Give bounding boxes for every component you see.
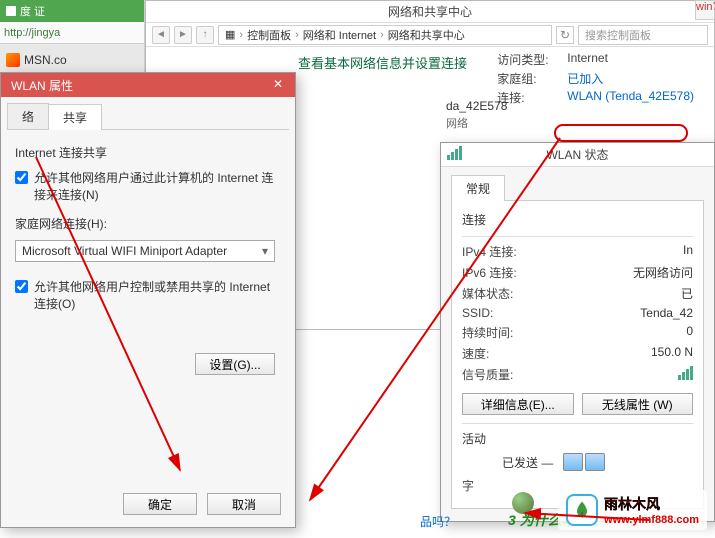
prop-tabs: 络 共享 xyxy=(7,103,289,130)
activity-label: 活动 xyxy=(462,430,693,447)
stat-title: WLAN 状态 xyxy=(546,146,608,163)
address-url: http://jingya xyxy=(4,27,60,39)
cancel-button[interactable]: 取消 xyxy=(207,493,281,515)
stat-titlebar[interactable]: WLAN 状态 xyxy=(441,143,714,167)
wlan-connection-link[interactable]: WLAN (Tenda_42E578) xyxy=(567,89,694,106)
browser-topbar: 度 证 xyxy=(0,0,144,22)
nav-fwd-button[interactable]: ► xyxy=(174,26,192,44)
search-input[interactable]: 搜索控制面板 xyxy=(578,25,708,45)
msn-icon xyxy=(6,53,20,67)
network-activity-icon xyxy=(563,453,605,471)
address-bar[interactable]: http://jingya xyxy=(0,22,144,44)
nc-right-pane: 访问类型:Internet 家庭组:已加入 连接:WLAN (Tenda_42E… xyxy=(497,51,694,108)
favorite-link[interactable]: MSN.co xyxy=(6,53,67,67)
row-ipv6: IPv6 连接:无网络访问 xyxy=(462,264,693,281)
allow-control-checkbox[interactable]: 允许其他网络用户控制或禁用共享的 Internet 连接(O) xyxy=(15,278,281,312)
row-media: 媒体状态:已 xyxy=(462,285,693,302)
settings-button[interactable]: 设置(G)... xyxy=(195,353,275,375)
refresh-button[interactable]: ↻ xyxy=(556,26,574,44)
network-name: da_42E578 xyxy=(446,99,507,113)
row-duration: 持续时间:0 xyxy=(462,324,693,341)
brand-name: 雨林木风 xyxy=(604,494,699,514)
wlan-status-dialog: WLAN 状态 常规 连接 IPv4 连接:In IPv6 连接:无网络访问 媒… xyxy=(440,142,715,522)
breadcrumb-path[interactable]: ▦ › 控制面板 › 网络和 Internet › 网络和共享中心 xyxy=(218,25,552,45)
home-conn-label: 家庭网络连接(H): xyxy=(15,215,281,232)
adapter-dropdown[interactable]: Microsoft Virtual WIFI Miniport Adapter xyxy=(15,240,275,262)
chk2-input[interactable] xyxy=(15,280,28,293)
browser-leftover: 度 证 http://jingya MSN.co xyxy=(0,0,145,72)
details-button[interactable]: 详细信息(E)... xyxy=(462,393,574,415)
nav-back-button[interactable]: ◄ xyxy=(152,26,170,44)
activity-row: 已发送 — xyxy=(462,453,693,471)
fav-label: MSN.co xyxy=(24,53,67,67)
row-ssid: SSID:Tenda_42 xyxy=(462,306,693,320)
footer-q: 品吗？ xyxy=(420,513,456,530)
nav-up-button[interactable]: ↑ xyxy=(196,26,214,44)
tab-network[interactable]: 络 xyxy=(7,103,49,129)
chk1-input[interactable] xyxy=(15,171,28,184)
allow-share-checkbox[interactable]: 允许其他网络用户通过此计算机的 Internet 连接来连接(N) xyxy=(15,169,281,203)
wlan-properties-dialog: WLAN 属性 ✕ 络 共享 Internet 连接共享 允许其他网络用户通过此… xyxy=(0,72,296,528)
row-signal: 信号质量: xyxy=(462,366,693,383)
ics-group: Internet 连接共享 xyxy=(15,144,281,161)
prop-title: WLAN 属性 xyxy=(11,77,73,94)
wireless-props-button[interactable]: 无线属性 (W) xyxy=(582,393,694,415)
brand-icon xyxy=(566,494,598,526)
signal-icon xyxy=(447,146,462,160)
breadcrumb: ◄ ► ↑ ▦ › 控制面板 › 网络和 Internet › 网络和共享中心 … xyxy=(146,23,714,47)
watermark: 雨林木风 www.ylmf888.com xyxy=(558,490,707,530)
conn-group: 连接 xyxy=(462,211,693,228)
row-speed: 速度:150.0 N xyxy=(462,345,693,362)
prop-titlebar[interactable]: WLAN 属性 ✕ xyxy=(1,73,295,97)
brand-url: www.ylmf888.com xyxy=(604,514,699,526)
tab-sharing[interactable]: 共享 xyxy=(48,104,102,130)
stat-tab-general[interactable]: 常规 xyxy=(451,175,505,201)
browser-brand: 度 证 xyxy=(20,3,45,19)
ok-button[interactable]: 确定 xyxy=(123,493,197,515)
browser-logo-icon xyxy=(6,6,16,16)
homegroup-link[interactable]: 已加入 xyxy=(567,70,603,87)
network-sub: 网络 xyxy=(446,115,468,131)
nc-title: 网络和共享中心 xyxy=(146,1,714,23)
row-ipv4: IPv4 连接:In xyxy=(462,243,693,260)
path-icon: ▦ xyxy=(225,28,235,41)
close-button[interactable]: ✕ xyxy=(265,75,291,93)
win-edge: win7 xyxy=(695,0,715,20)
